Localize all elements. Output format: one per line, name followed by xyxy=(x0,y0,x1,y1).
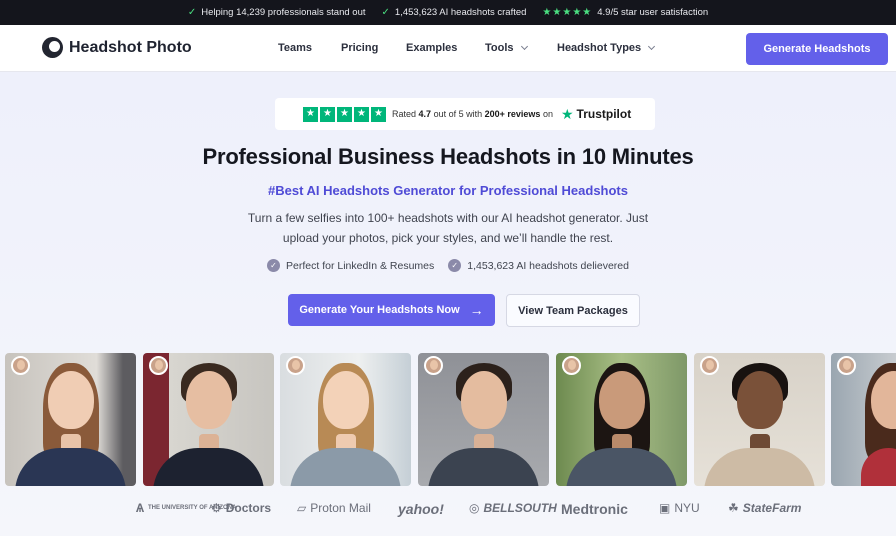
logo-text: BELLSOUTH xyxy=(483,501,557,515)
selfie-thumbnail xyxy=(149,356,168,375)
star-icon: ★ xyxy=(354,106,369,122)
logo-proton-mail: ▱ Proton Mail xyxy=(297,501,371,515)
announcement-item: ★★★★★ 4.9/5 star user satisfaction xyxy=(542,7,708,18)
gear-icon: ⚙ xyxy=(211,501,222,515)
logo-yahoo: yahoo! xyxy=(398,501,444,517)
headshot-sample[interactable] xyxy=(143,353,274,486)
check-circle-icon: ✓ xyxy=(448,259,462,272)
nav-item-tools[interactable]: Tools xyxy=(485,42,557,54)
hero-description: Turn a few selfies into 100+ headshots w… xyxy=(247,211,649,245)
page-subtitle: #Best AI Headshots Generator for Profess… xyxy=(267,183,628,198)
bell-icon: ◎ xyxy=(469,501,480,515)
nav-item-label: Tools xyxy=(485,42,514,54)
rating-text: Rated 4.7 out of 5 with 200+ reviews on xyxy=(392,109,553,119)
main-navigation: Headshot Photo Teams Pricing Examples To… xyxy=(0,25,896,72)
feature-check-text: 1,453,623 AI headshots delievered xyxy=(467,259,629,272)
nav-item-pricing[interactable]: Pricing xyxy=(341,42,406,54)
client-logos: Ѧ THE UNIVERSITY OF ARIZONA ⚙ Doctors ▱ … xyxy=(0,497,896,521)
feature-check: ✓ Perfect for LinkedIn & Resumes xyxy=(267,259,434,272)
trustpilot-brand: Trustpilot xyxy=(576,107,632,121)
rating-middle: out of 5 with xyxy=(433,109,483,119)
logo-nyu: ▣ NYU xyxy=(659,501,700,515)
headshot-sample[interactable] xyxy=(556,353,687,486)
logo-bellsouth: ◎ BELLSOUTH xyxy=(469,501,557,515)
selfie-thumbnail xyxy=(700,356,719,375)
logo-university-of-arizona: Ѧ THE UNIVERSITY OF ARIZONA xyxy=(136,501,237,515)
headshot-sample[interactable] xyxy=(280,353,411,486)
selfie-thumbnail xyxy=(424,356,443,375)
selfie-thumbnail xyxy=(11,356,30,375)
button-label: Generate Your Headshots Now xyxy=(299,304,460,316)
feature-checks: ✓ Perfect for LinkedIn & Resumes ✓ 1,453… xyxy=(0,259,896,272)
logo-text: Headshot Photo xyxy=(69,38,192,56)
announcement-text: 1,453,623 AI headshots crafted xyxy=(394,7,527,18)
check-icon: ✓ xyxy=(381,7,390,18)
headshot-sample[interactable] xyxy=(5,353,136,486)
rating-suffix: on xyxy=(542,109,553,119)
university-seal-icon: Ѧ xyxy=(136,501,145,515)
site-logo[interactable]: Headshot Photo xyxy=(42,37,192,58)
headshot-sample[interactable] xyxy=(694,353,825,486)
rating-value: 4.7 xyxy=(418,109,432,119)
star-icon: ★ xyxy=(337,106,352,122)
star-icon: ★ xyxy=(303,106,318,122)
logo-icon xyxy=(42,37,63,58)
trustpilot-star-icon: ★ xyxy=(560,105,574,122)
arrow-right-icon: → xyxy=(469,302,484,318)
generate-headshots-now-button[interactable]: Generate Your Headshots Now → xyxy=(288,294,495,326)
statefarm-icon: ☘ xyxy=(728,501,739,515)
logo-text: Proton Mail xyxy=(310,501,371,515)
nav-item-examples[interactable]: Examples xyxy=(406,42,485,54)
star-icon: ★ xyxy=(371,106,386,122)
trustpilot-stars: ★ ★ ★ ★ ★ xyxy=(303,106,386,122)
logo-text: Doctors xyxy=(225,501,272,515)
nav-item-teams[interactable]: Teams xyxy=(278,42,341,54)
check-icon: ✓ xyxy=(187,7,197,18)
announcement-text: 4.9/5 star user satisfaction xyxy=(597,7,709,18)
announcement-item: ✓ Helping 14,239 professionals stand out xyxy=(188,7,366,18)
check-circle-icon: ✓ xyxy=(267,259,281,272)
logo-text: NYU xyxy=(674,501,700,515)
torch-icon: ▣ xyxy=(659,501,671,515)
selfie-thumbnail xyxy=(286,356,305,375)
trustpilot-badge[interactable]: ★ ★ ★ ★ ★ Rated 4.7 out of 5 with 200+ r… xyxy=(275,98,655,130)
nav-menu: Teams Pricing Examples Tools Headshot Ty… xyxy=(278,42,656,54)
logo-statefarm: ☘ StateFarm xyxy=(728,501,801,515)
announcement-item: ✓ 1,453,623 AI headshots crafted xyxy=(382,7,527,18)
trustpilot-logo: ★ Trustpilot xyxy=(561,106,631,123)
logo-text: StateFarm xyxy=(742,501,802,515)
page-title: Professional Business Headshots in 10 Mi… xyxy=(202,144,694,169)
star-rating-icon: ★★★★★ xyxy=(542,7,593,18)
headshot-sample[interactable] xyxy=(831,353,896,486)
chevron-down-icon xyxy=(520,42,528,51)
chevron-down-icon xyxy=(648,42,656,51)
selfie-thumbnail xyxy=(562,356,581,375)
review-count: 200+ reviews xyxy=(484,109,541,119)
selfie-thumbnail xyxy=(837,356,856,375)
announcement-bar: ✓ Helping 14,239 professionals stand out… xyxy=(0,0,896,25)
announcement-text: Helping 14,239 professionals stand out xyxy=(201,7,366,18)
logo-medtronic: Medtronic xyxy=(561,501,628,517)
nav-item-label: Headshot Types xyxy=(557,42,642,54)
proton-icon: ▱ xyxy=(297,501,307,515)
headshot-sample[interactable] xyxy=(418,353,549,486)
logo-doctors: ⚙ Doctors xyxy=(211,501,271,515)
star-icon: ★ xyxy=(320,106,335,122)
rating-prefix: Rated xyxy=(392,109,417,119)
nav-item-headshot-types[interactable]: Headshot Types xyxy=(557,42,656,54)
headshot-gallery xyxy=(0,353,896,486)
feature-check-text: Perfect for LinkedIn & Resumes xyxy=(286,259,435,272)
generate-headshots-button[interactable]: Generate Headshots xyxy=(746,33,888,65)
feature-check: ✓ 1,453,623 AI headshots delievered xyxy=(448,259,629,272)
view-team-packages-button[interactable]: View Team Packages xyxy=(506,294,640,327)
logo-text: THE UNIVERSITY OF ARIZONA xyxy=(148,504,237,511)
